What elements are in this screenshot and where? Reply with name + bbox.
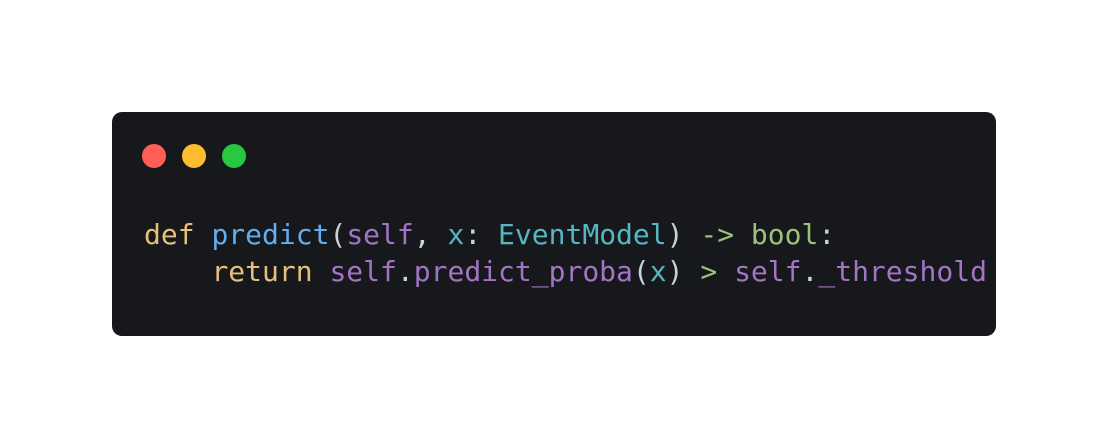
code-window: def predict(self, x: EventModel) -> bool… — [112, 112, 996, 336]
code-token: > — [700, 255, 718, 288]
code-token: : — [464, 218, 499, 251]
code-token: def — [144, 218, 195, 251]
code-token: EventModel — [498, 218, 667, 251]
code-token: predict_proba — [413, 255, 633, 288]
code-token: . — [396, 255, 414, 288]
code-token: return — [211, 255, 313, 288]
code-token: predict — [211, 218, 330, 251]
code-token: _threshold — [818, 255, 987, 288]
code-token: ) — [666, 255, 701, 288]
code-token: x — [649, 255, 667, 288]
code-token: ( — [632, 255, 650, 288]
minimize-button[interactable] — [182, 144, 206, 168]
code-token: self — [329, 255, 397, 288]
maximize-button[interactable] — [222, 144, 246, 168]
code-token: : — [818, 218, 836, 251]
code-token: ) — [666, 218, 701, 251]
code-line: def predict(self, x: EventModel) -> bool… — [144, 216, 987, 253]
window-controls — [142, 144, 246, 168]
code-token: ( — [329, 218, 347, 251]
code-block: def predict(self, x: EventModel) -> bool… — [144, 216, 987, 290]
code-line: return self.predict_proba(x) > self._thr… — [144, 253, 987, 290]
code-token: . — [801, 255, 819, 288]
close-button[interactable] — [142, 144, 166, 168]
code-token: , — [413, 218, 448, 251]
code-token: bool — [750, 218, 819, 251]
code-token: self — [346, 218, 414, 251]
code-token: x — [447, 218, 465, 251]
code-token: -> — [700, 218, 735, 251]
code-token: self — [734, 255, 802, 288]
